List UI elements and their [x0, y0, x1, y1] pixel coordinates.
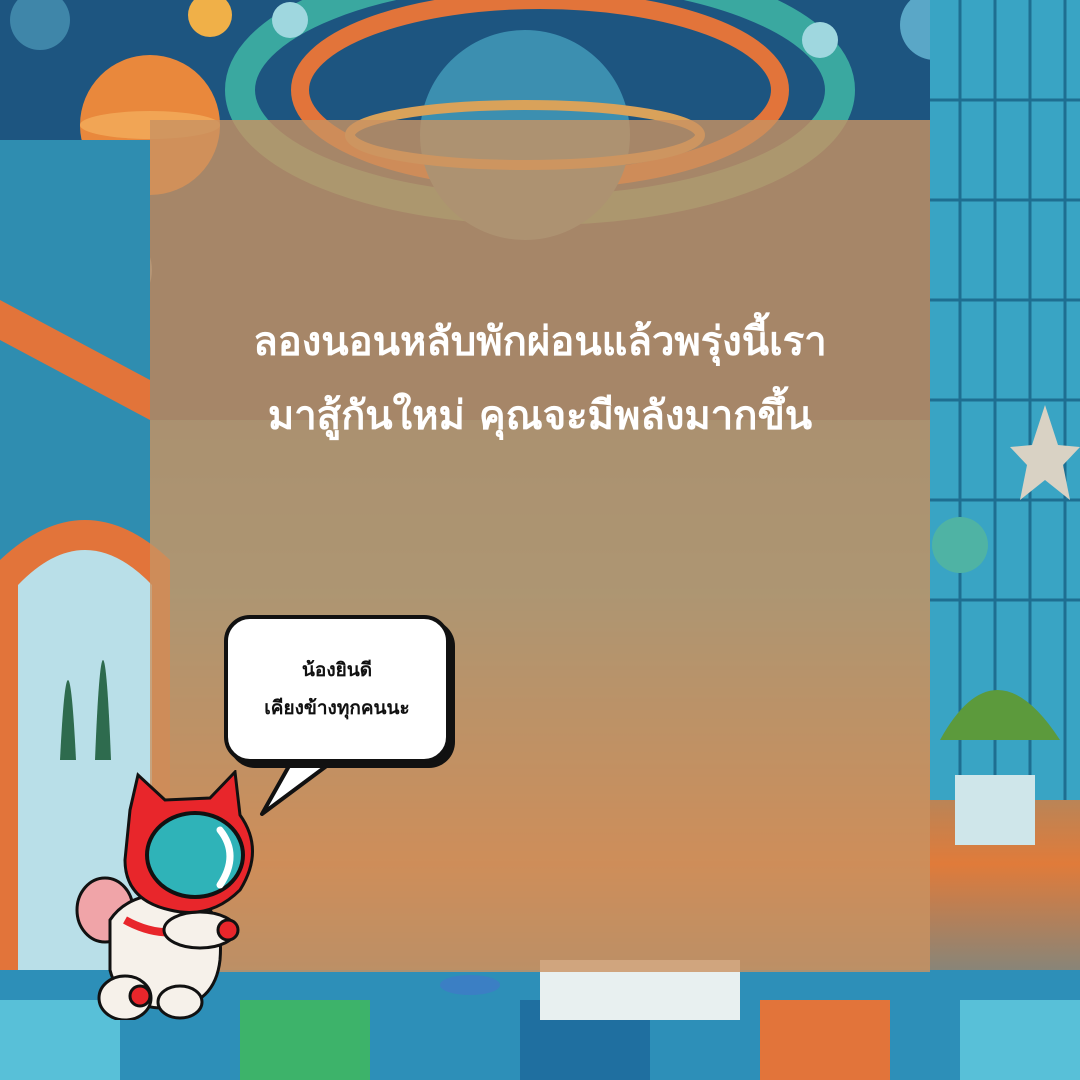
speech-bubble: น้องยินดี เคียงข้างทุกคนนะ [224, 615, 450, 763]
headline: ลองนอนหลับพักผ่อนแล้วพรุ่งนี้เรา มาสู้กั… [150, 305, 930, 453]
speech-bubble-line-2: เคียงข้างทุกคนนะ [264, 697, 410, 719]
astronaut-cat-mascot [75, 770, 254, 1020]
speech-bubble-line-1: น้องยินดี [301, 659, 373, 681]
headline-line-2: มาสู้กันใหม่ คุณจะมีพลังมากขึ้น [267, 393, 813, 439]
headline-line-1: ลองนอนหลับพักผ่อนแล้วพรุ่งนี้เรา [253, 319, 827, 365]
